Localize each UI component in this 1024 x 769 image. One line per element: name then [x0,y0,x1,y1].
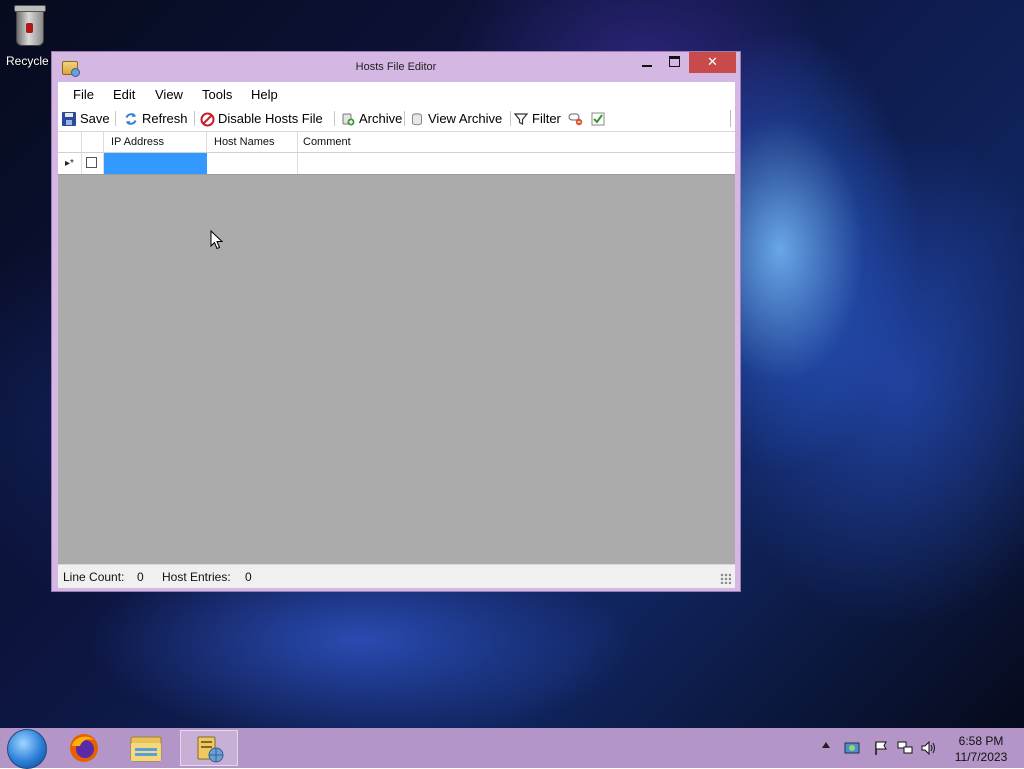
toolbar-separator [194,111,195,126]
host-names-column-header[interactable]: Host Names [209,132,298,152]
volume-icon[interactable] [921,741,937,755]
archive-label: Archive [359,111,403,126]
toolbar-separator [115,111,116,126]
system-clock[interactable]: 6:58 PM 11/7/2023 [948,733,1014,765]
hosts-editor-icon [197,736,224,763]
enabled-checkbox[interactable] [86,157,97,168]
disable-hosts-file-button[interactable]: Disable Hosts File [200,110,323,127]
clear-filter-icon [568,112,583,126]
taskbar-firefox[interactable] [56,730,114,766]
archive-add-icon [341,112,355,126]
filter-label: Filter [532,111,561,126]
menu-edit[interactable]: Edit [113,87,135,102]
network-globe-icon[interactable] [844,741,860,755]
minimize-button[interactable] [634,52,660,73]
clear-filter-button[interactable] [568,110,586,127]
save-button[interactable]: Save [62,110,110,127]
grid-header: IP Address Host Names Comment [58,132,735,153]
new-row-marker: ▸* [58,153,82,174]
comment-column-header[interactable]: Comment [298,132,735,152]
clock-time: 6:58 PM [958,734,1004,748]
toolbar-grip [730,110,731,127]
enabled-cell[interactable] [82,153,104,174]
close-button[interactable]: ✕ [689,52,736,73]
recycle-bin-label: Recycle [6,54,49,68]
resize-grip[interactable] [720,573,731,584]
comment-cell[interactable] [298,153,735,174]
hosts-file-editor-window: Hosts File Editor ✕ File Edit View Tools… [51,51,741,592]
title-bar[interactable]: Hosts File Editor ✕ [52,52,740,82]
line-count-value: 0 [137,570,144,584]
show-hidden-icons-icon[interactable] [822,742,830,748]
close-icon: ✕ [707,54,718,69]
firefox-icon [70,734,98,762]
refresh-icon [124,112,138,126]
floppy-disk-icon [62,111,76,126]
filter-button[interactable]: Filter [513,110,561,127]
maximize-button[interactable] [660,52,688,73]
folder-icon [130,736,162,762]
prohibited-icon [200,112,215,126]
ip-address-column-header[interactable]: IP Address [106,132,207,152]
save-label: Save [80,111,110,126]
toolbar-separator [334,111,335,126]
menu-file[interactable]: File [73,87,94,102]
mouse-cursor [210,230,224,250]
menu-tools[interactable]: Tools [202,87,232,102]
checkmark-icon [591,112,605,126]
taskbar-file-explorer[interactable] [117,730,175,766]
new-entry-row[interactable]: ▸* [58,153,735,175]
taskbar-hosts-file-editor[interactable] [180,730,238,766]
status-bar: Line Count: 0 Host Entries: 0 [58,564,735,588]
client-area: File Edit View Tools Help Save Refresh D… [58,82,735,588]
archive-button[interactable]: Archive [341,110,402,127]
toolbar: Save Refresh Disable Hosts File Archive … [58,106,735,132]
ip-address-cell[interactable] [104,153,207,174]
network-icon[interactable] [897,741,913,755]
toolbar-separator [404,111,405,126]
host-entries-label: Host Entries: [162,570,231,584]
disable-hosts-file-label: Disable Hosts File [218,111,323,126]
refresh-button[interactable]: Refresh [124,110,188,127]
recycle-bin-shortcut[interactable]: Recycle [6,5,54,68]
taskbar: 6:58 PM 11/7/2023 [0,728,1024,769]
toolbar-separator [510,111,511,126]
start-button[interactable] [7,729,47,769]
menu-view[interactable]: View [155,87,183,102]
apply-check-button[interactable] [591,110,609,127]
recycle-bin-icon [14,5,46,46]
refresh-label: Refresh [142,111,188,126]
row-header-column [58,132,82,152]
enabled-column-header[interactable] [82,132,104,152]
funnel-icon [513,112,529,126]
clock-date: 11/7/2023 [954,750,1008,764]
line-count-label: Line Count: [63,570,125,584]
menu-bar: File Edit View Tools Help [58,82,735,106]
action-center-flag-icon[interactable] [873,741,889,755]
view-archive-button[interactable]: View Archive [410,110,502,127]
view-archive-label: View Archive [428,111,503,126]
host-entries-value: 0 [245,570,252,584]
archive-icon [410,112,424,126]
menu-help[interactable]: Help [251,87,278,102]
host-names-cell[interactable] [207,153,298,174]
